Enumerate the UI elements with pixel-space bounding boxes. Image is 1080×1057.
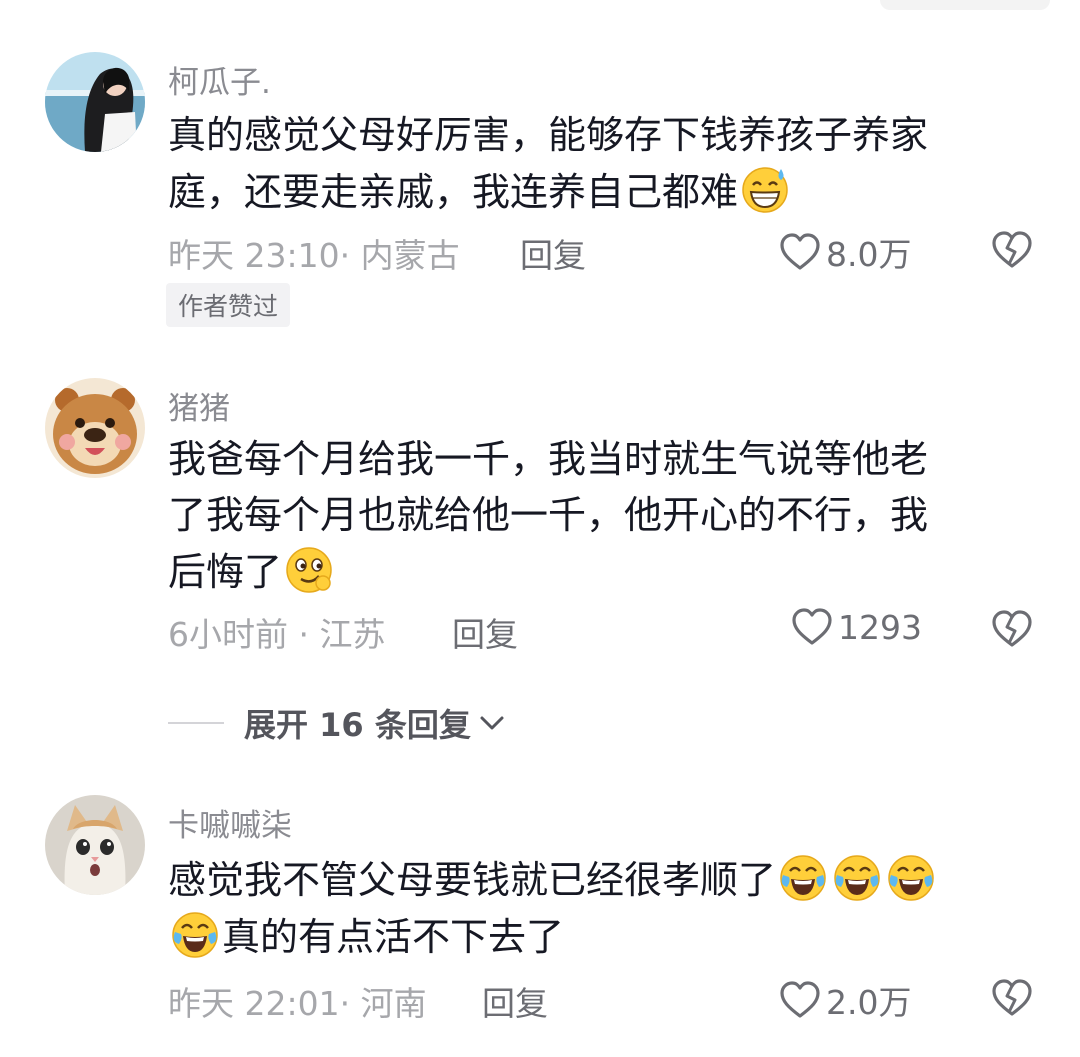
comment-text-line: 真的有点活不下去了 xyxy=(222,915,565,959)
avatar[interactable] xyxy=(45,795,145,895)
crying-laughing-emoji-icon xyxy=(169,908,221,960)
broken-heart-icon xyxy=(992,979,1032,1016)
top-edge-shadow xyxy=(880,0,1050,10)
like-count: 1293 xyxy=(838,607,922,647)
comment-text-line: 庭，还要走亲戚，我连养自己都难 xyxy=(168,170,739,214)
like-count: 2.0万 xyxy=(826,983,912,1022)
like-count: 8.0万 xyxy=(826,235,912,274)
comment-timestamp-location: 昨天 23:10· 内蒙古 xyxy=(168,236,460,275)
comment-text-line: 了我每个月也就给他一千，他开心的不行，我 xyxy=(168,493,929,537)
comment-text: 我爸每个月给我一千，我当时就生气说等他老 了我每个月也就给他一千，他开心的不行，… xyxy=(168,431,1018,600)
divider-line xyxy=(168,722,224,724)
grinning-sweat-emoji-icon xyxy=(739,163,791,215)
comment-timestamp-location: 6小时前 · 江苏 xyxy=(168,615,386,654)
reply-button[interactable]: 回复 xyxy=(482,977,548,1025)
avatar[interactable] xyxy=(45,378,145,478)
dislike-button[interactable] xyxy=(990,609,1034,649)
like-button[interactable]: 8.0万 xyxy=(778,228,911,276)
heart-outline-icon xyxy=(778,980,822,1020)
smirk-emoji-icon xyxy=(283,543,335,595)
author-liked-badge: 作者赞过 xyxy=(166,283,291,327)
like-button[interactable]: 1293 xyxy=(790,607,922,647)
heart-outline-icon xyxy=(778,232,822,272)
username[interactable]: 卡嘁嘁柒 xyxy=(168,800,292,845)
heart-outline-icon xyxy=(790,607,834,647)
comment-text-line: 我爸每个月给我一千，我当时就生气说等他老 xyxy=(168,437,929,481)
comment-text: 真的感觉父母好厉害，能够存下钱养孩子养家 庭，还要走亲戚，我连养自己都难 xyxy=(168,107,1018,220)
comment-timestamp-location: 昨天 22:01· 河南 xyxy=(168,984,427,1023)
broken-heart-icon xyxy=(992,231,1032,268)
crying-laughing-emoji-icon xyxy=(885,851,937,903)
expand-replies-label: 展开 16 条回复 xyxy=(244,706,471,744)
crying-laughing-emoji-icon xyxy=(831,851,883,903)
reply-button[interactable]: 回复 xyxy=(520,229,586,277)
chevron-down-icon xyxy=(480,716,504,730)
like-button[interactable]: 2.0万 xyxy=(778,976,911,1024)
crying-laughing-emoji-icon xyxy=(777,851,829,903)
dislike-button[interactable] xyxy=(990,230,1034,270)
comment-text-line: 真的感觉父母好厉害，能够存下钱养孩子养家 xyxy=(168,113,929,157)
comment-text-line: 感觉我不管父母要钱就已经很孝顺了 xyxy=(168,858,777,902)
username[interactable]: 柯瓜子. xyxy=(168,57,271,102)
comment-text: 感觉我不管父母要钱就已经很孝顺了 真的有点活不下去了 xyxy=(168,851,1018,965)
comment-text-line: 后悔了 xyxy=(168,550,283,594)
broken-heart-icon xyxy=(992,610,1032,647)
expand-replies-button[interactable]: 展开 16 条回复 xyxy=(168,700,507,746)
username[interactable]: 猪猪 xyxy=(168,383,230,428)
reply-button[interactable]: 回复 xyxy=(452,608,518,656)
avatar[interactable] xyxy=(45,52,145,152)
dislike-button[interactable] xyxy=(990,978,1034,1018)
